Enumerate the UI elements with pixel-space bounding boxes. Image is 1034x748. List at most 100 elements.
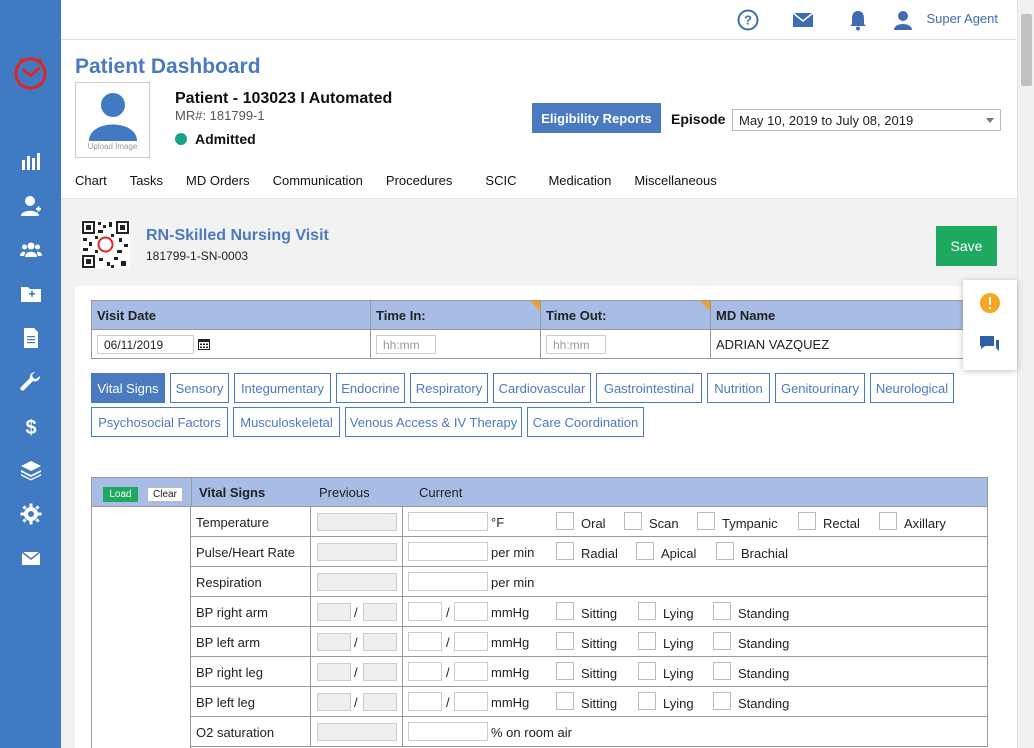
section-tab-genitourinary[interactable]: Genitourinary <box>775 373 865 403</box>
sitting-checkbox[interactable] <box>556 692 574 710</box>
oral-checkbox[interactable] <box>556 512 574 530</box>
section-tab-gastrointestinal[interactable]: Gastrointestinal <box>596 373 702 403</box>
form-title[interactable]: RN-Skilled Nursing Visit <box>146 227 329 245</box>
section-tab-endocrine[interactable]: Endocrine <box>336 373 405 403</box>
time-in-input[interactable]: hh:mm <box>376 334 436 354</box>
bell-icon[interactable] <box>847 9 869 31</box>
column-divider <box>310 657 311 687</box>
diastolic-input[interactable] <box>454 692 488 711</box>
sitting-checkbox[interactable] <box>556 632 574 650</box>
section-tab-venous-access[interactable]: Venous Access & IV Therapy <box>345 407 522 437</box>
section-tab-nutrition[interactable]: Nutrition <box>707 373 770 403</box>
user-icon[interactable] <box>892 9 914 31</box>
scan-checkbox[interactable] <box>624 512 642 530</box>
wrench-icon[interactable] <box>0 367 61 397</box>
section-tab-care-coordination[interactable]: Care Coordination <box>527 407 644 437</box>
standing-checkbox[interactable] <box>713 632 731 650</box>
patient-avatar[interactable]: Upload Image <box>75 82 150 158</box>
gear-icon[interactable] <box>0 499 61 529</box>
brachial-checkbox[interactable] <box>716 542 734 560</box>
option-label: Standing <box>738 636 790 651</box>
pulse-input[interactable] <box>408 542 488 561</box>
table-row: Pulse/Heart Rate per min Radial Apical B… <box>190 537 988 567</box>
page-scrollbar[interactable] <box>1017 0 1034 748</box>
users-icon[interactable] <box>0 235 61 265</box>
section-tab-integumentary[interactable]: Integumentary <box>234 373 331 403</box>
save-button[interactable]: Save <box>936 226 997 266</box>
vital-signs-left-column <box>91 507 191 748</box>
mail-icon[interactable] <box>792 9 814 31</box>
envelope-icon[interactable] <box>0 543 61 573</box>
load-button[interactable]: Load <box>103 487 138 502</box>
medical-record-number: MR#: 181799-1 <box>175 108 265 123</box>
option-label: Rectal <box>823 516 860 531</box>
previous-diastolic-field <box>363 693 397 711</box>
section-tab-psychosocial-factors[interactable]: Psychosocial Factors <box>91 407 228 437</box>
clear-button[interactable]: Clear <box>147 487 183 502</box>
diastolic-input[interactable] <box>454 662 488 681</box>
eligibility-reports-button[interactable]: Eligibility Reports <box>532 103 661 133</box>
lying-checkbox[interactable] <box>638 602 656 620</box>
help-icon[interactable]: ? <box>737 9 759 31</box>
tab-medication[interactable]: Medication <box>548 173 611 188</box>
status-text: Admitted <box>195 131 256 147</box>
user-doctor-icon[interactable] <box>0 191 61 221</box>
sitting-checkbox[interactable] <box>556 602 574 620</box>
tab-miscellaneous[interactable]: Miscellaneous <box>634 173 716 188</box>
tab-communication[interactable]: Communication <box>273 173 363 188</box>
systolic-input[interactable] <box>408 662 442 681</box>
lying-checkbox[interactable] <box>638 692 656 710</box>
rectal-checkbox[interactable] <box>798 512 816 530</box>
systolic-input[interactable] <box>408 632 442 651</box>
dollar-icon[interactable]: $ <box>0 411 61 441</box>
folder-plus-icon[interactable] <box>0 279 61 309</box>
time-out-cell: hh:mm <box>540 329 711 359</box>
standing-checkbox[interactable] <box>713 662 731 680</box>
tab-procedures[interactable]: Procedures <box>386 173 452 188</box>
standing-checkbox[interactable] <box>713 692 731 710</box>
section-tab-vital-signs[interactable]: Vital Signs <box>91 373 165 403</box>
document-icon[interactable] <box>0 323 61 353</box>
section-tab-neurological[interactable]: Neurological <box>870 373 954 403</box>
respiration-input[interactable] <box>408 572 488 591</box>
tab-tasks[interactable]: Tasks <box>130 173 163 188</box>
tympanic-checkbox[interactable] <box>697 512 715 530</box>
apical-checkbox[interactable] <box>636 542 654 560</box>
visit-date-input[interactable]: 06/11/2019 <box>97 334 194 354</box>
tab-chart[interactable]: Chart <box>75 173 107 188</box>
patient-name: Patient - 103023 I Automated <box>175 90 393 107</box>
systolic-input[interactable] <box>408 692 442 711</box>
bar-chart-icon[interactable] <box>0 146 61 176</box>
standing-checkbox[interactable] <box>713 602 731 620</box>
section-tab-musculoskeletal[interactable]: Musculoskeletal <box>233 407 340 437</box>
tab-scic[interactable]: SCIC <box>485 173 516 188</box>
temperature-input[interactable] <box>408 512 488 531</box>
calendar-icon[interactable] <box>198 338 210 350</box>
user-name[interactable]: Super Agent <box>926 11 998 26</box>
sitting-checkbox[interactable] <box>556 662 574 680</box>
systolic-input[interactable] <box>408 602 442 621</box>
axillary-checkbox[interactable] <box>879 512 897 530</box>
scrollbar-thumb[interactable] <box>1021 14 1032 86</box>
previous-systolic-field <box>317 693 351 711</box>
o2-saturation-input[interactable] <box>408 722 488 741</box>
section-tab-cardiovascular[interactable]: Cardiovascular <box>493 373 591 403</box>
lying-checkbox[interactable] <box>638 632 656 650</box>
radial-checkbox[interactable] <box>556 542 574 560</box>
unit-label: °F <box>491 515 505 530</box>
alert-icon[interactable] <box>980 293 1000 313</box>
tab-md-orders[interactable]: MD Orders <box>186 173 250 188</box>
layers-icon[interactable] <box>0 455 61 485</box>
clock-logo-icon[interactable] <box>13 56 48 91</box>
column-divider <box>402 657 403 687</box>
diastolic-input[interactable] <box>454 632 488 651</box>
diastolic-input[interactable] <box>454 602 488 621</box>
time-out-input[interactable]: hh:mm <box>546 334 606 354</box>
episode-select[interactable]: May 10, 2019 to July 08, 2019 <box>732 109 1001 131</box>
section-tab-sensory[interactable]: Sensory <box>170 373 229 403</box>
column-divider <box>402 507 403 537</box>
section-tab-respiratory[interactable]: Respiratory <box>410 373 488 403</box>
chat-icon[interactable] <box>979 334 1001 356</box>
vital-signs-header: Load Clear Vital Signs Previous Current <box>91 477 988 508</box>
lying-checkbox[interactable] <box>638 662 656 680</box>
